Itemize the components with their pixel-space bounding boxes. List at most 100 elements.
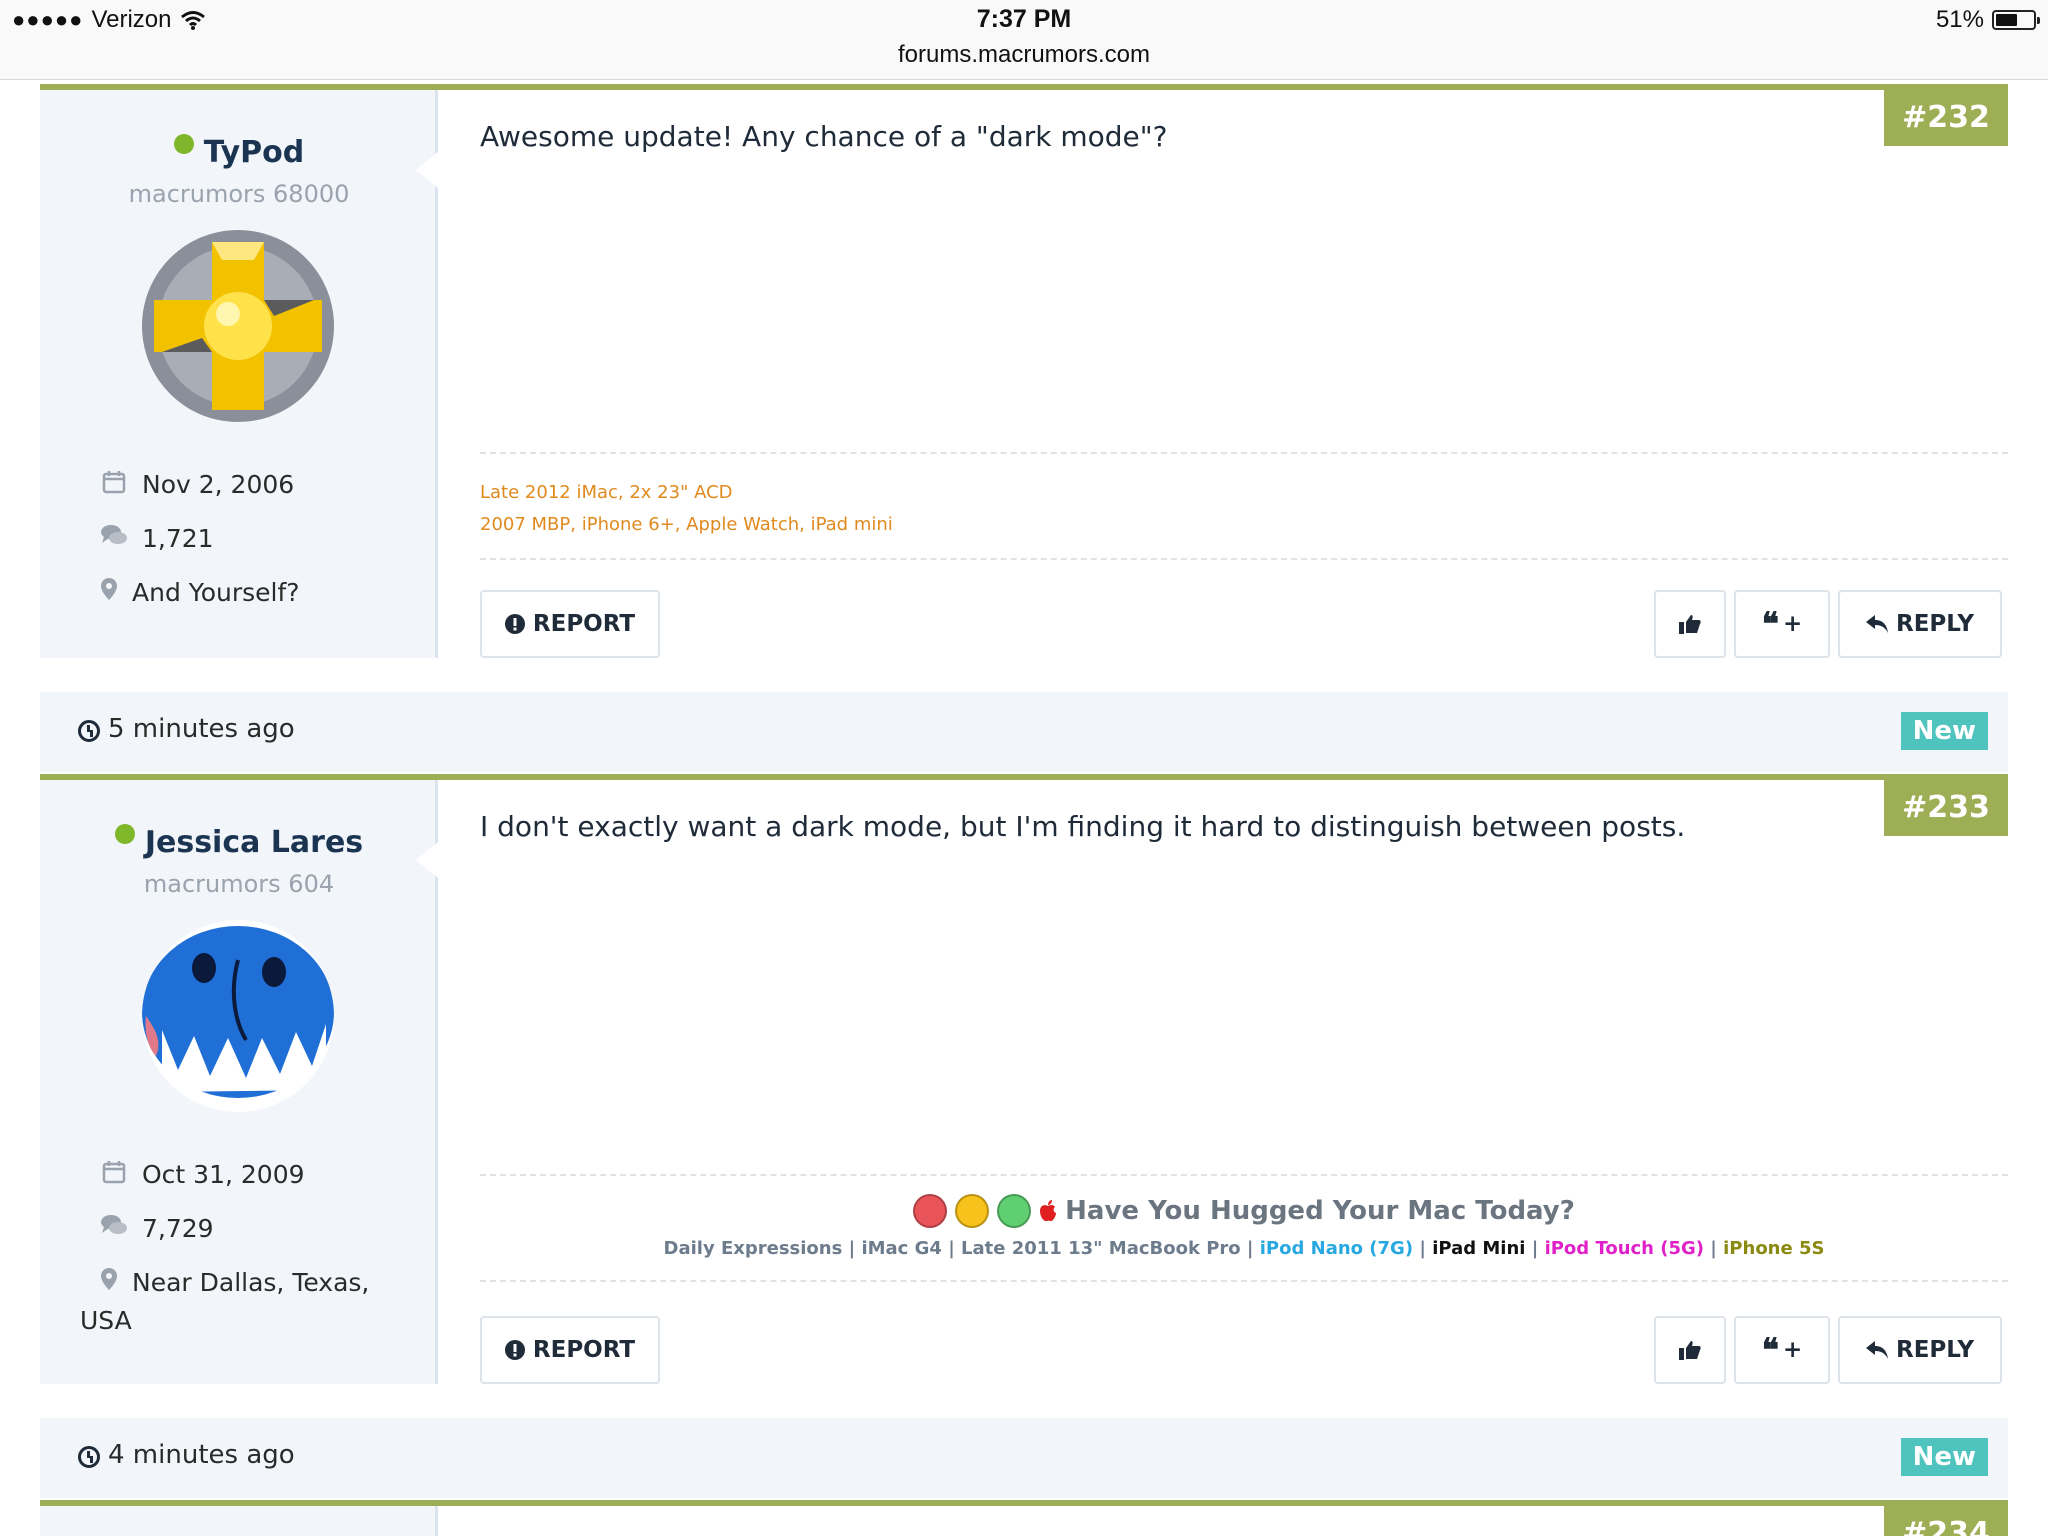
quote-icon: ❝ [1761, 605, 1779, 643]
signature-divider-bottom [480, 1280, 2008, 1282]
separator: | [948, 1238, 962, 1259]
clock-icon [78, 1446, 100, 1468]
username-row: Jessica Lares [40, 824, 438, 860]
comments-icon [94, 524, 134, 552]
signature-line: 2007 MBP, iPhone 6+, Apple Watch, iPad m… [480, 514, 893, 535]
post-number-link[interactable]: #234 [1884, 1506, 2008, 1536]
multiquote-button[interactable]: ❝ + [1734, 1316, 1830, 1384]
map-marker-icon [94, 578, 124, 606]
post-time[interactable]: 5 minutes ago [108, 714, 295, 744]
report-label: REPORT [532, 611, 636, 637]
separator: | [1531, 1238, 1545, 1259]
like-button[interactable] [1654, 1316, 1726, 1384]
location-value-line2: USA [80, 1306, 132, 1335]
message-count-value[interactable]: 1,721 [142, 524, 214, 553]
post-message: I don't exactly want a dark mode, but I'… [480, 810, 1686, 843]
reply-button[interactable]: REPLY [1838, 590, 2002, 658]
join-date: Oct 31, 2009 [94, 1160, 305, 1190]
signature-link: Late 2011 13" MacBook Pro [961, 1238, 1241, 1259]
user-title: macrumors 604 [143, 870, 335, 898]
like-button[interactable] [1654, 590, 1726, 658]
apple-logo-icon [1040, 1200, 1057, 1222]
report-label: REPORT [532, 1337, 636, 1363]
quote-icon: ❝ [1761, 1331, 1779, 1369]
pane-pointer [416, 842, 438, 878]
username-link[interactable]: Jessica Lares [145, 825, 363, 860]
new-badge: New [1900, 1438, 1988, 1476]
signature-link[interactable]: Daily Expressions [664, 1238, 843, 1259]
separator: | [848, 1238, 862, 1259]
reply-label: REPLY [1895, 611, 1974, 637]
location: And Yourself? [94, 578, 300, 607]
multiquote-plus: + [1782, 611, 1803, 637]
signature-link: iPhone 5S [1723, 1238, 1825, 1259]
join-date-value: Nov 2, 2006 [142, 470, 295, 499]
reply-label: REPLY [1895, 1337, 1974, 1363]
alert-icon [504, 1340, 525, 1360]
thumbs-up-icon [1679, 1341, 1701, 1360]
post-number-link[interactable]: #233 [1884, 780, 2008, 836]
status-bar: ●●●●● Verizon 7:37 PM forums.macrumors.c… [0, 0, 2048, 80]
avatar-image [142, 230, 334, 422]
separator: | [1419, 1238, 1433, 1259]
comments-icon [94, 1214, 134, 1242]
new-badge: New [1900, 712, 1988, 750]
username-row: TyPod [40, 134, 438, 170]
alert-icon [504, 614, 525, 634]
signature-heading: Have You Hugged Your Mac Today? [480, 1194, 2008, 1228]
join-date: Nov 2, 2006 [94, 470, 294, 500]
post-time[interactable]: 4 minutes ago [108, 1440, 295, 1470]
clock-time: 7:37 PM [976, 5, 1072, 33]
map-marker-icon [94, 1268, 124, 1296]
location: Near Dallas, Texas, [94, 1268, 369, 1297]
reply-button[interactable]: REPLY [1838, 1316, 2002, 1384]
thumbs-up-icon [1679, 615, 1701, 634]
smiley-face-icon [955, 1194, 990, 1228]
multiquote-button[interactable]: ❝ + [1734, 590, 1830, 658]
post-234: #234 [40, 1500, 2008, 1536]
signature-link: iPod Touch (5G) [1544, 1238, 1705, 1259]
clock-icon [78, 720, 100, 742]
signature-links: Daily Expressions | iMac G4 | Late 2011 … [480, 1238, 2008, 1259]
user-info-pane: TyPod macrumors 68000 Nov 2, 2006 1,721 … [40, 90, 438, 658]
signature-link: iMac G4 [861, 1238, 942, 1259]
signature-divider-bottom [480, 558, 2008, 560]
pane-pointer [416, 152, 438, 188]
reply-icon [1865, 1341, 1888, 1359]
user-info-pane [40, 1506, 438, 1536]
signature-link: iPod Nano (7G) [1259, 1238, 1414, 1259]
post-232: TyPod macrumors 68000 Nov 2, 2006 1,721 … [40, 84, 2008, 658]
location-continued: USA [80, 1306, 132, 1335]
username-link[interactable]: TyPod [204, 135, 305, 170]
separator: | [1710, 1238, 1724, 1259]
signature-line: Late 2012 iMac, 2x 23" ACD [480, 482, 733, 503]
avatar-image [142, 920, 334, 1112]
location-value: And Yourself? [132, 578, 300, 607]
page-url[interactable]: forums.macrumors.com [0, 41, 2048, 69]
post-number-link[interactable]: #232 [1884, 90, 2008, 146]
user-title: macrumors 68000 [128, 180, 350, 208]
online-status-icon [173, 134, 194, 154]
message-count-value[interactable]: 7,729 [142, 1214, 214, 1243]
grinning-face-icon [997, 1194, 1032, 1228]
signature-divider-top [480, 1174, 2008, 1176]
battery-percentage: 51% [1935, 6, 1984, 33]
calendar-icon [94, 470, 134, 500]
post-date-bar: 5 minutes ago New [40, 692, 2008, 772]
post-233: Jessica Lares macrumors 604 Oct 31, 2009 [40, 774, 2008, 1384]
message-count: 7,729 [94, 1214, 214, 1243]
message-count: 1,721 [94, 524, 214, 553]
user-avatar[interactable] [142, 920, 334, 1112]
battery-icon [1992, 10, 2040, 30]
online-status-icon [114, 824, 135, 844]
angry-face-icon [913, 1194, 948, 1228]
post-message: Awesome update! Any chance of a "dark mo… [480, 120, 1168, 153]
signature-link: iPad Mini [1432, 1238, 1526, 1259]
report-button[interactable]: REPORT [480, 590, 660, 658]
user-avatar[interactable] [142, 230, 334, 422]
report-button[interactable]: REPORT [480, 1316, 660, 1384]
join-date-value: Oct 31, 2009 [142, 1160, 305, 1189]
multiquote-plus: + [1782, 1337, 1803, 1363]
signature-title: Have You Hugged Your Mac Today? [1065, 1196, 1575, 1226]
reply-icon [1865, 615, 1888, 633]
